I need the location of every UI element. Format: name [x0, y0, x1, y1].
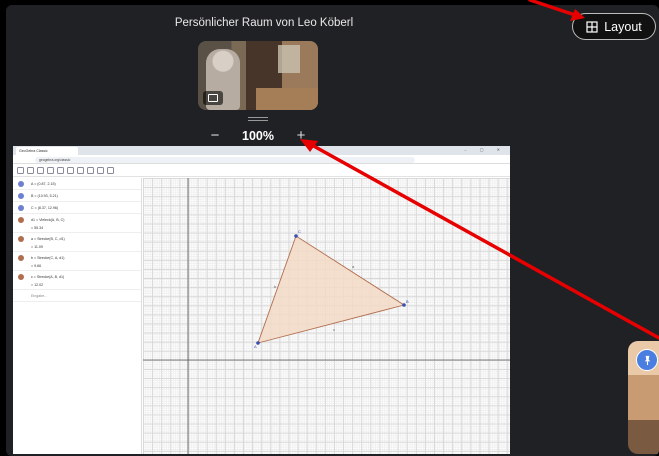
- algebra-row[interactable]: C = (8.37, 12.96): [13, 202, 141, 214]
- tool-circle-icon[interactable]: [67, 167, 74, 174]
- algebra-view: A = (0.87, 2.15) B = (10.93, 5.21) C = (…: [13, 178, 142, 454]
- point-c[interactable]: [294, 234, 298, 238]
- label-side-b: b: [274, 284, 277, 289]
- window-controls: – ▢ ✕: [464, 147, 506, 152]
- pin-icon: [644, 355, 650, 365]
- tool-polygon-icon[interactable]: [57, 167, 64, 174]
- algebra-input[interactable]: Eingabe...: [13, 290, 141, 302]
- shared-screen: GeoGebra Classic – ▢ ✕ geogebra.org/clas…: [13, 146, 510, 454]
- grid-icon: [586, 20, 598, 33]
- self-video-tile[interactable]: [198, 41, 318, 110]
- visibility-dot[interactable]: [18, 236, 24, 242]
- room-title: Persönlicher Raum von Leo Köberl: [174, 17, 354, 29]
- browser-address-row: geogebra.org/classic: [13, 155, 510, 164]
- visibility-dot[interactable]: [18, 205, 24, 211]
- zoom-level: 100%: [242, 129, 274, 143]
- zoom-controls: − 100% +: [206, 127, 310, 145]
- graphics-view[interactable]: A B C a b c: [143, 178, 510, 454]
- zoom-in-button[interactable]: +: [292, 127, 310, 145]
- algebra-row[interactable]: d1 = Vieleck(A, B, C) = 55.34: [13, 214, 141, 233]
- camera-icon[interactable]: [203, 91, 223, 105]
- algebra-row[interactable]: b = Strecke(C, A, d1) = 9.66: [13, 252, 141, 271]
- drag-handle[interactable]: [248, 117, 268, 121]
- label-c: C: [298, 229, 301, 234]
- visibility-dot[interactable]: [18, 274, 24, 280]
- label-b: B: [406, 299, 409, 304]
- tool-angle-icon[interactable]: [77, 167, 84, 174]
- tool-slider-icon[interactable]: [97, 167, 104, 174]
- layout-label: Layout: [604, 19, 642, 34]
- algebra-row[interactable]: a = Strecke(B, C, d1) = 11.09: [13, 233, 141, 252]
- visibility-dot[interactable]: [18, 181, 24, 187]
- browser-tab-bar: GeoGebra Classic – ▢ ✕: [13, 146, 510, 155]
- triangle-polygon[interactable]: [257, 235, 406, 344]
- browser-tab[interactable]: GeoGebra Classic: [16, 147, 78, 155]
- tool-move-icon[interactable]: [17, 167, 24, 174]
- geometry-canvas[interactable]: A B C a b c: [143, 178, 510, 454]
- label-side-a: a: [352, 264, 355, 269]
- tool-perpendicular-icon[interactable]: [47, 167, 54, 174]
- visibility-dot[interactable]: [18, 217, 24, 223]
- address-bar[interactable]: geogebra.org/classic: [35, 156, 415, 163]
- pin-button[interactable]: [636, 349, 658, 371]
- layout-button[interactable]: Layout: [572, 13, 656, 40]
- zoom-out-button[interactable]: −: [206, 127, 224, 145]
- algebra-row[interactable]: B = (10.93, 5.21): [13, 190, 141, 202]
- algebra-row[interactable]: c = Strecke(A, B, d1) = 12.02: [13, 271, 141, 290]
- algebra-row[interactable]: A = (0.87, 2.15): [13, 178, 141, 190]
- point-a[interactable]: [256, 341, 260, 345]
- tool-move-view-icon[interactable]: [107, 167, 114, 174]
- meeting-stage: Persönlicher Raum von Leo Köberl Layout …: [6, 5, 659, 456]
- visibility-dot[interactable]: [18, 193, 24, 199]
- tool-reflect-icon[interactable]: [87, 167, 94, 174]
- label-a: A: [254, 344, 257, 349]
- tool-point-icon[interactable]: [27, 167, 34, 174]
- visibility-dot[interactable]: [18, 255, 24, 261]
- tool-line-icon[interactable]: [37, 167, 44, 174]
- geogebra-toolbar: [13, 164, 510, 177]
- label-side-c: c: [333, 327, 335, 332]
